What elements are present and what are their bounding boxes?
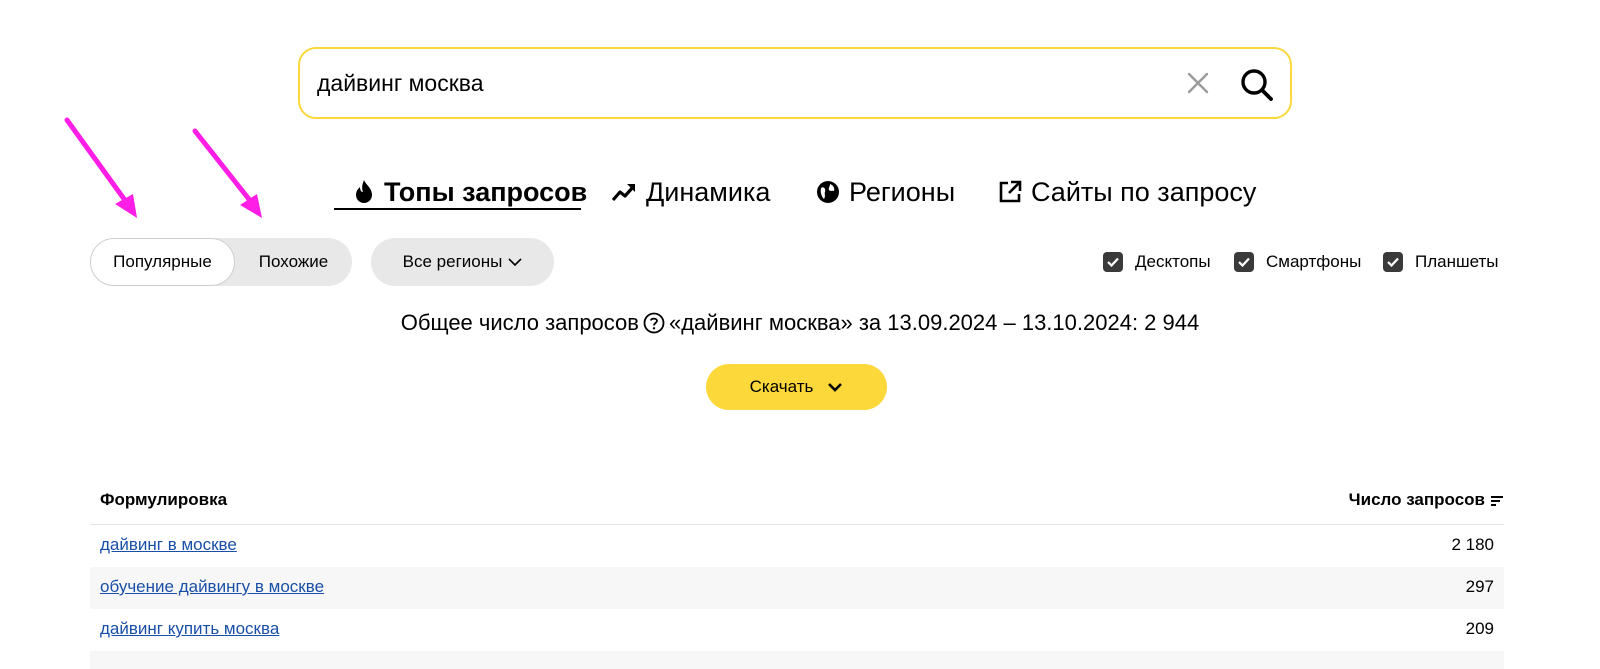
search-input[interactable] bbox=[317, 49, 1137, 117]
checkbox-desktops[interactable]: Десктопы bbox=[1103, 250, 1211, 274]
globe-icon bbox=[817, 181, 839, 203]
table-row: дайвинг купить москва 209 bbox=[90, 609, 1504, 651]
active-tab-underline bbox=[334, 208, 581, 210]
popular-similar-toggle: Популярные Похожие bbox=[90, 238, 352, 286]
annotation-arrow-1 bbox=[64, 117, 137, 218]
tab-top-queries[interactable]: Топы запросов bbox=[353, 172, 587, 212]
checkbox-tablets[interactable]: Планшеты bbox=[1383, 250, 1499, 274]
column-header-count[interactable]: Число запросов bbox=[1349, 490, 1504, 510]
tab-regions[interactable]: Регионы bbox=[816, 172, 955, 212]
query-link[interactable]: дайвинг купить москва bbox=[100, 619, 279, 639]
tab-dynamics[interactable]: Динамика bbox=[611, 172, 770, 212]
search-icon[interactable] bbox=[1237, 65, 1277, 105]
search-box bbox=[298, 47, 1292, 119]
trend-up-icon bbox=[611, 184, 636, 202]
checkbox-label: Десктопы bbox=[1135, 252, 1211, 271]
table-row: обучение дайвингу в москве 297 bbox=[90, 567, 1504, 609]
query-link[interactable]: обучение дайвингу в москве bbox=[100, 577, 324, 597]
checkbox-label: Планшеты bbox=[1415, 252, 1499, 271]
query-count: 209 bbox=[1465, 619, 1494, 638]
query-count: 297 bbox=[1465, 577, 1494, 596]
total-query-value: «дайвинг москва» за 13.09.2024 – 13.10.2… bbox=[668, 310, 1200, 335]
table-row: дайвинг в москве 2 180 bbox=[90, 525, 1504, 567]
help-icon[interactable] bbox=[643, 312, 665, 334]
chevron-down-icon bbox=[508, 258, 522, 267]
region-dropdown-label: Все регионы bbox=[402, 252, 503, 271]
tab-label: Топы запросов bbox=[384, 176, 588, 207]
clear-search-icon[interactable] bbox=[1184, 69, 1212, 97]
fire-icon bbox=[356, 180, 372, 203]
checkbox-checked-icon bbox=[1103, 252, 1123, 272]
tab-label: Сайты по запросу bbox=[1031, 176, 1257, 207]
total-label: Общее число запросов bbox=[400, 310, 639, 335]
external-link-icon bbox=[999, 180, 1022, 203]
toggle-similar[interactable]: Похожие bbox=[235, 238, 352, 286]
download-label: Скачать bbox=[749, 377, 814, 396]
tab-label: Регионы bbox=[849, 176, 956, 207]
query-link[interactable]: дайвинг в москве bbox=[100, 535, 237, 555]
table-row bbox=[90, 651, 1504, 669]
query-count: 2 180 bbox=[1451, 535, 1494, 554]
download-button[interactable]: Скачать bbox=[706, 364, 887, 410]
checkbox-checked-icon bbox=[1383, 252, 1403, 272]
annotation-arrows bbox=[64, 117, 262, 218]
toggle-popular[interactable]: Популярные bbox=[90, 238, 235, 286]
tab-sites[interactable]: Сайты по запросу bbox=[998, 172, 1256, 212]
column-header-count-label: Число запросов bbox=[1348, 490, 1485, 509]
total-queries-line: Общее число запросов «дайвинг москва» за… bbox=[0, 310, 1600, 336]
checkbox-checked-icon bbox=[1234, 252, 1254, 272]
region-dropdown[interactable]: Все регионы bbox=[371, 238, 554, 286]
chevron-down-icon bbox=[828, 383, 843, 392]
checkbox-smartphones[interactable]: Смартфоны bbox=[1234, 250, 1361, 274]
tab-label: Динамика bbox=[646, 176, 771, 207]
annotation-arrow-2 bbox=[192, 128, 262, 218]
checkbox-label: Смартфоны bbox=[1266, 252, 1362, 271]
column-header-phrase: Формулировка bbox=[100, 490, 228, 509]
sort-icon bbox=[1491, 495, 1503, 506]
